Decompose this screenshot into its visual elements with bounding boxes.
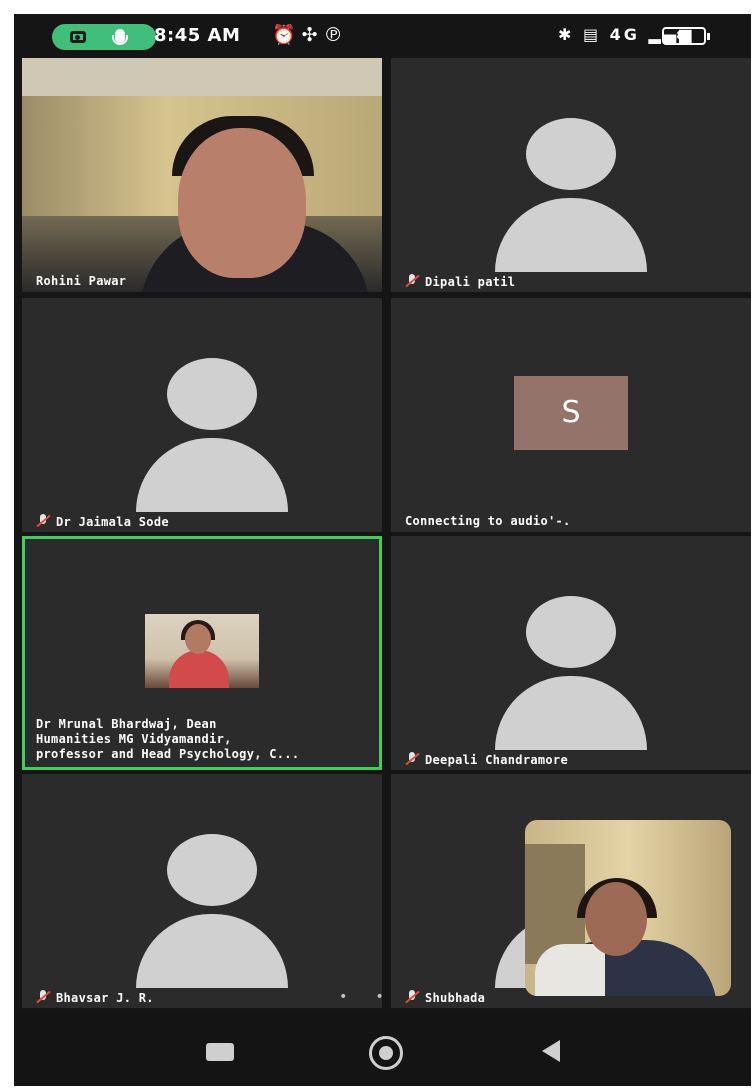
recording-indicator[interactable]: [52, 24, 156, 50]
participant-name: Shubhada: [425, 991, 486, 1005]
avatar-body-icon: [136, 914, 288, 988]
participant-label: Shubhada: [405, 990, 485, 1005]
participant-tile-jaimala-sode[interactable]: Dr Jaimala Sode: [22, 298, 382, 532]
avatar-body-icon: [495, 198, 647, 272]
participant-tile-rohini-pawar[interactable]: Rohini Pawar: [22, 58, 382, 292]
mic-muted-icon: [405, 752, 420, 766]
participant-tile-dipali-patil[interactable]: Dipali patil: [391, 58, 751, 292]
participant-name-line: Dr Mrunal Bhardwaj, Dean: [36, 717, 217, 731]
mic-muted-icon: [36, 990, 51, 1004]
network-type: 4G: [609, 25, 640, 44]
participant-tile-mrunal-bhardwaj[interactable]: Dr Mrunal Bhardwaj, Dean Humanities MG V…: [22, 536, 382, 770]
participant-label: Dipali patil: [405, 274, 515, 289]
system-navigation-bar: [14, 1014, 751, 1086]
avatar-icon: [167, 834, 257, 906]
camera-icon: [70, 31, 86, 43]
participant-tile-bhavsar[interactable]: Bhavsar J. R.: [22, 774, 382, 1008]
participant-name: Rohini Pawar: [36, 274, 127, 288]
avatar-body-icon: [136, 438, 288, 512]
avatar-icon: [526, 118, 616, 190]
page-indicator: ••: [339, 989, 412, 1005]
participant-label: Bhavsar J. R.: [36, 990, 154, 1005]
battery-icon: 87: [662, 27, 710, 45]
participant-tile-deepali-chandramore[interactable]: Deepali Chandramore: [391, 536, 751, 770]
self-camera-preview[interactable]: [525, 820, 731, 996]
avatar-body-icon: [495, 676, 647, 750]
participant-name: Connecting to audio'-.: [405, 514, 571, 528]
meeting-screen: 8:45 AM ⏰✣℗ ✱ ▤ 4G ▂▄▆ 87 Rohini Pawar D…: [14, 14, 751, 1086]
participant-name: Dr Jaimala Sode: [56, 515, 169, 529]
participant-name-line: Humanities MG Vidyamandir,: [36, 732, 232, 746]
status-bar: 8:45 AM ⏰✣℗ ✱ ▤ 4G ▂▄▆ 87: [14, 14, 751, 58]
participant-video: [22, 58, 382, 292]
participant-name: Dipali patil: [425, 275, 516, 289]
participant-initial-avatar: S: [514, 376, 628, 450]
participant-label: Deepali Chandramore: [405, 752, 568, 767]
avatar-icon: [167, 358, 257, 430]
status-time: 8:45 AM: [154, 25, 241, 46]
recents-icon[interactable]: [206, 1043, 234, 1061]
participant-tile-connecting[interactable]: S Connecting to audio'-.: [391, 298, 751, 532]
participant-profile-photo: [145, 614, 259, 688]
participant-name: Dr Mrunal Bhardwaj, Dean Humanities MG V…: [36, 717, 299, 762]
microphone-icon: [112, 29, 128, 45]
participant-name: Bhavsar J. R.: [56, 991, 154, 1005]
home-icon[interactable]: [369, 1036, 403, 1070]
participant-label: Dr Jaimala Sode: [36, 514, 169, 529]
participant-name: Deepali Chandramore: [425, 753, 568, 767]
mic-muted-icon: [405, 274, 420, 288]
avatar-icon: [526, 596, 616, 668]
back-icon[interactable]: [542, 1040, 560, 1062]
notification-icons: ⏰✣℗: [272, 24, 349, 46]
mic-muted-icon: [36, 514, 51, 528]
participant-name-line: professor and Head Psychology, C...: [36, 747, 300, 761]
